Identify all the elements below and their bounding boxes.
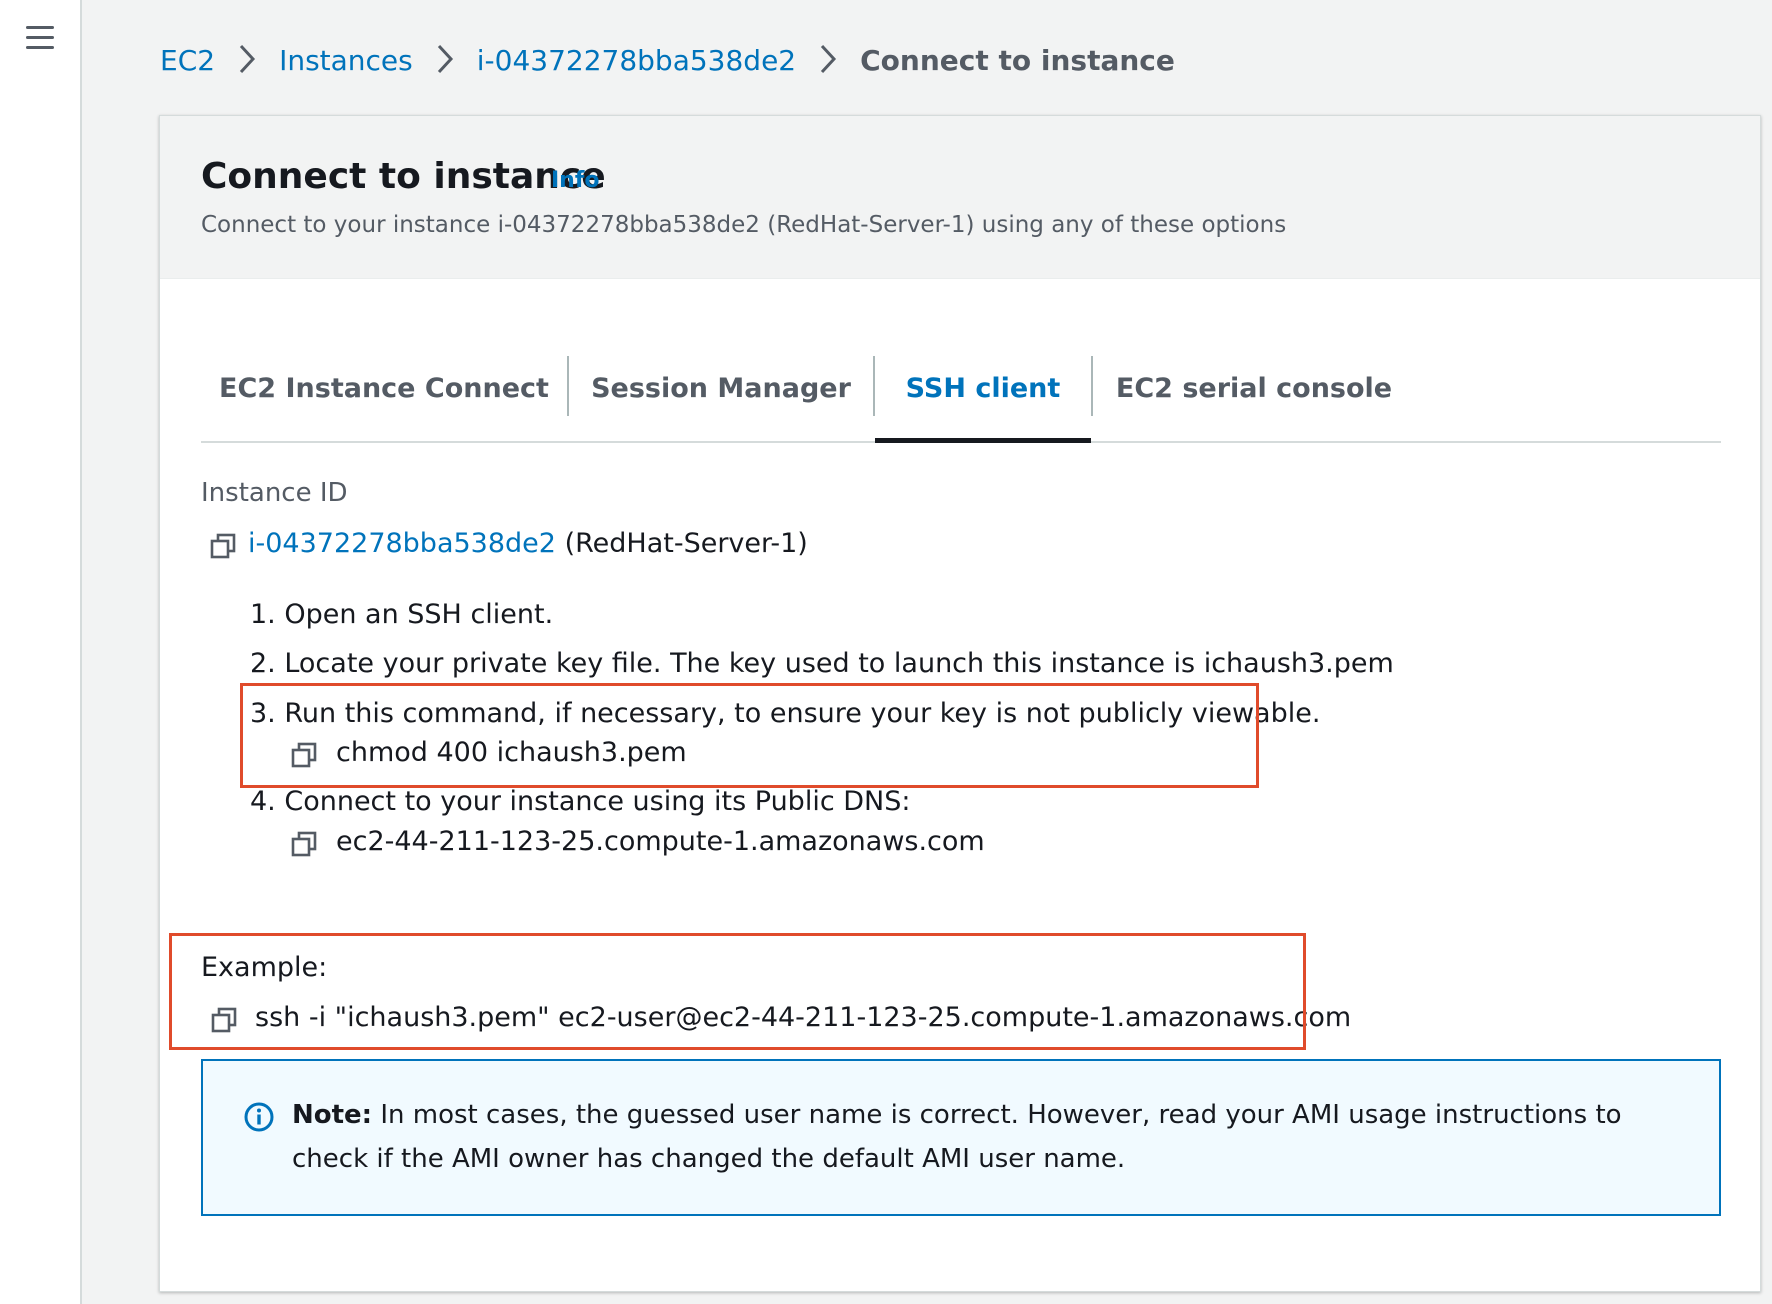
highlight-step-3	[240, 683, 1259, 788]
instance-name: (RedHat-Server-1)	[564, 528, 808, 559]
side-navigation-rail	[0, 0, 82, 1304]
note-text: Note: In most cases, the guessed user na…	[292, 1093, 1692, 1181]
page-title: Connect to instance	[201, 156, 606, 197]
info-circle-icon	[244, 1102, 274, 1132]
menu-icon[interactable]	[24, 24, 56, 52]
note-body: In most cases, the guessed user name is …	[292, 1100, 1622, 1174]
breadcrumb-ec2[interactable]: EC2	[160, 44, 215, 77]
connect-panel: Connect to instance Info Connect to your…	[159, 115, 1761, 1292]
breadcrumb: EC2 Instances i-04372278bba538de2 Connec…	[160, 42, 1175, 78]
step-2: 2. Locate your private key file. The key…	[250, 648, 1394, 679]
tab-ssh-client[interactable]: SSH client	[875, 336, 1091, 443]
tab-session-manager[interactable]: Session Manager	[569, 336, 873, 441]
breadcrumb-instances[interactable]: Instances	[279, 44, 413, 77]
step-1: 1. Open an SSH client.	[250, 599, 554, 630]
note-alert: Note: In most cases, the guessed user na…	[201, 1059, 1721, 1216]
note-label: Note:	[292, 1100, 373, 1130]
public-dns-value: ec2-44-211-123-25.compute-1.amazonaws.co…	[336, 826, 985, 857]
tab-ec2-instance-connect[interactable]: EC2 Instance Connect	[201, 336, 567, 441]
tab-ec2-serial-console[interactable]: EC2 serial console	[1093, 336, 1415, 441]
connection-tabs: EC2 Instance Connect Session Manager SSH…	[201, 336, 1721, 443]
breadcrumb-instance-id[interactable]: i-04372278bba538de2	[477, 44, 796, 77]
instance-id-value: i-04372278bba538de2 (RedHat-Server-1)	[248, 528, 808, 559]
step-4: 4. Connect to your instance using its Pu…	[250, 786, 911, 817]
info-link[interactable]: Info	[551, 168, 600, 193]
copy-icon[interactable]	[209, 532, 237, 560]
chevron-right-icon	[215, 42, 279, 78]
highlight-example	[169, 933, 1306, 1050]
copy-icon[interactable]	[290, 830, 318, 858]
chevron-right-icon	[413, 42, 477, 78]
chevron-right-icon	[796, 42, 860, 78]
breadcrumb-current: Connect to instance	[860, 43, 1175, 77]
panel-header: Connect to instance Info Connect to your…	[160, 116, 1760, 279]
instance-id-link[interactable]: i-04372278bba538de2	[248, 528, 556, 559]
panel-subtitle: Connect to your instance i-04372278bba53…	[201, 212, 1287, 238]
instance-id-label: Instance ID	[201, 478, 348, 508]
